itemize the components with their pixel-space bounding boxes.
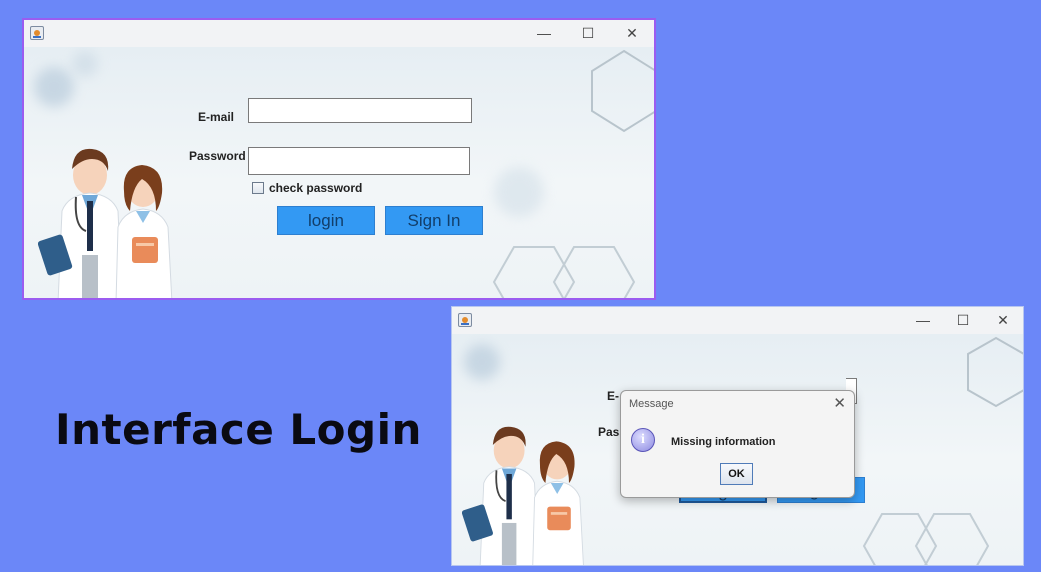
background-illustration: E-mail Password check password login Sig… bbox=[24, 47, 654, 298]
dialog-close-icon[interactable]: ✕ bbox=[833, 394, 846, 412]
maximize-button[interactable]: ☐ bbox=[568, 22, 608, 44]
page-caption: Interface Login bbox=[55, 405, 422, 454]
doctors-illustration bbox=[462, 426, 584, 565]
title-bar[interactable]: — ☐ ✕ bbox=[24, 20, 654, 47]
message-dialog: Message ✕ i Missing information OK bbox=[620, 390, 855, 498]
email-label-partial: E- bbox=[607, 389, 619, 403]
info-icon: i bbox=[631, 428, 655, 452]
dialog-message: Missing information bbox=[671, 436, 776, 448]
minimize-button[interactable]: — bbox=[903, 309, 943, 331]
background-blob bbox=[494, 167, 544, 217]
hexagon-decoration bbox=[492, 246, 636, 298]
dialog-title: Message bbox=[629, 398, 674, 410]
background-blob bbox=[72, 51, 98, 77]
java-app-icon bbox=[30, 26, 44, 40]
email-field[interactable] bbox=[248, 98, 472, 123]
hexagon-decoration bbox=[967, 336, 1023, 408]
maximize-button[interactable]: ☐ bbox=[943, 309, 983, 331]
java-app-icon bbox=[458, 313, 472, 327]
sign-in-button[interactable]: Sign In bbox=[385, 206, 483, 235]
background-blob bbox=[464, 344, 500, 380]
password-field[interactable] bbox=[248, 147, 470, 175]
login-button[interactable]: login bbox=[277, 206, 375, 235]
title-bar[interactable]: — ☐ ✕ bbox=[452, 307, 1023, 334]
close-button[interactable]: ✕ bbox=[612, 22, 652, 44]
close-button[interactable]: ✕ bbox=[983, 309, 1023, 331]
ok-button[interactable]: OK bbox=[720, 463, 753, 485]
background-illustration: E- Pass login Sign In Message ✕ i Missin… bbox=[452, 334, 1023, 565]
minimize-button[interactable]: — bbox=[524, 22, 564, 44]
login-window-with-dialog: — ☐ ✕ E- Pass Message ✕ i Missing inform… bbox=[451, 306, 1024, 566]
hexagon-decoration bbox=[591, 49, 654, 133]
password-label: Password bbox=[189, 149, 246, 163]
hexagon-decoration bbox=[862, 513, 990, 565]
check-password-row[interactable]: check password bbox=[252, 181, 362, 195]
check-password-label: check password bbox=[269, 181, 363, 195]
check-password-checkbox[interactable] bbox=[252, 182, 264, 194]
background-blob bbox=[34, 67, 74, 107]
email-label: E-mail bbox=[198, 110, 235, 124]
login-window-main: — ☐ ✕ E-mail Password check password log… bbox=[22, 18, 656, 300]
doctors-illustration bbox=[38, 148, 173, 298]
